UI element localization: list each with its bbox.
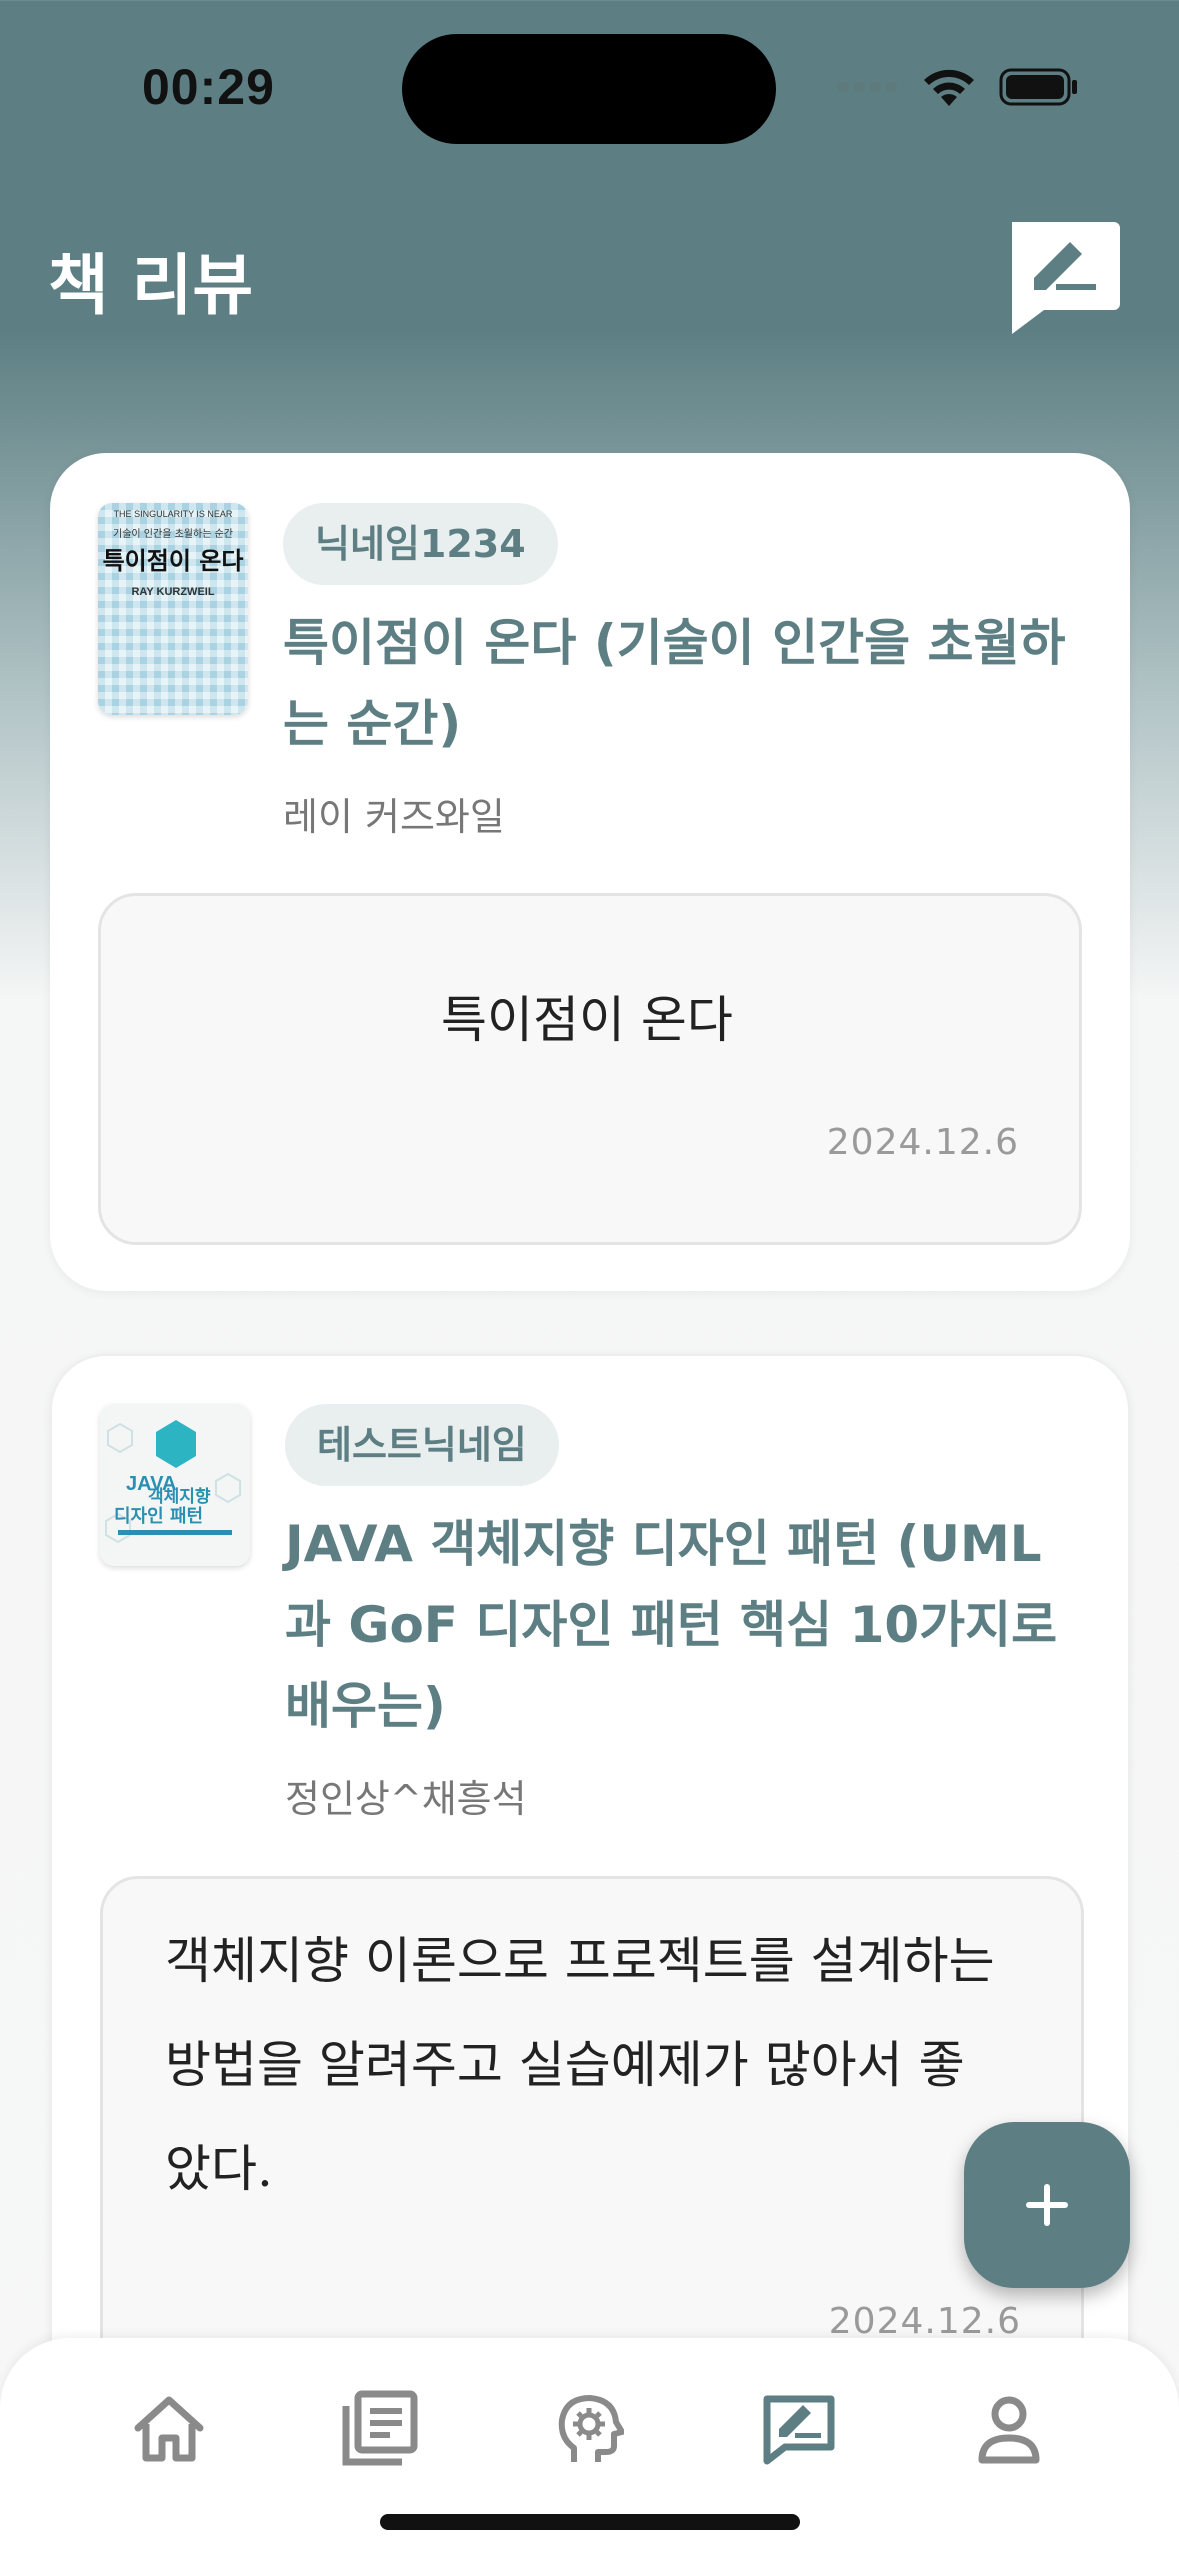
page-title: 책 리뷰: [48, 247, 254, 324]
book-title[interactable]: JAVA 객체지향 디자인 패턴 (UML과 GoF 디자인 패턴 핵심 10가…: [285, 1504, 1085, 1747]
book-title[interactable]: 특이점이 온다 (기술이 인간을 초월하는 순간): [283, 603, 1083, 765]
home-indicator: [380, 2514, 800, 2530]
cover-subtitle: 기술이 인간을 초월하는 순간: [113, 527, 233, 540]
profile-icon: [978, 2396, 1040, 2464]
battery-icon: [999, 68, 1077, 106]
status-icons: [837, 66, 1079, 108]
nickname-badge: 테스트닉네임: [285, 1404, 559, 1486]
cover-author: RAY KURZWEIL: [131, 586, 214, 598]
book-author: 레이 커즈와일: [283, 795, 505, 839]
write-review-button[interactable]: [1004, 218, 1122, 336]
library-icon: [342, 2390, 418, 2466]
review-content-box: 특이점이 온다 2024.12.6: [98, 893, 1082, 1245]
write-review-icon: [763, 2395, 835, 2465]
book-author: 정인상^채흥석: [285, 1777, 527, 1821]
add-review-button[interactable]: [964, 2122, 1130, 2288]
wifi-icon: [924, 69, 974, 106]
review-card[interactable]: THE SINGULARITY IS NEAR 기술이 인간을 초월하는 순간 …: [50, 453, 1130, 1291]
review-date: 2024.12.6: [826, 1122, 1019, 1163]
cover-top-text: THE SINGULARITY IS NEAR: [114, 509, 233, 519]
nav-home[interactable]: [124, 2384, 214, 2474]
head-gear-icon: [558, 2395, 624, 2462]
nav-profile[interactable]: [964, 2384, 1054, 2474]
nav-reviews[interactable]: [754, 2384, 844, 2474]
plus-icon: [1026, 2184, 1068, 2226]
nav-library[interactable]: [334, 2384, 424, 2474]
review-text: 객체지향 이론으로 프로젝트를 설계하는 방법을 알려주고 실습예제가 많아서 …: [165, 1932, 995, 2198]
cover-title-line2: 객체지향: [148, 1486, 211, 1507]
review-date: 2024.12.6: [828, 2301, 1021, 2342]
nav-recommend[interactable]: [544, 2384, 634, 2474]
book-cover: THE SINGULARITY IS NEAR 기술이 인간을 초월하는 순간 …: [98, 503, 248, 715]
nickname-badge: 닉네임1234: [283, 503, 558, 585]
cover-title-line3: 디자인 패턴: [114, 1506, 203, 1527]
book-cover: JAVA 객체지향 디자인 패턴: [100, 1404, 250, 1566]
status-time: 00:29: [142, 59, 275, 115]
review-text: 특이점이 온다: [441, 991, 733, 1049]
home-icon: [134, 2396, 204, 2462]
write-review-icon: [1012, 222, 1120, 334]
dynamic-island: [402, 34, 776, 144]
cellular-signal-icon: [837, 81, 897, 93]
status-bar: 00:29: [0, 0, 1179, 150]
cover-title: 특이점이 온다: [103, 547, 244, 575]
